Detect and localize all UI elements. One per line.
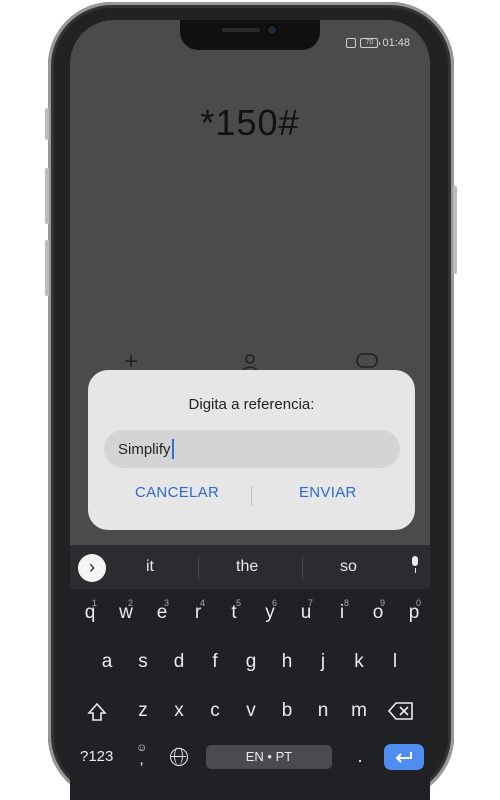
battery-icon: 70 [360, 38, 381, 48]
key-e[interactable]: e3 [152, 598, 172, 624]
volume-down-button [45, 240, 49, 296]
cancel-button[interactable]: CANCELAR [135, 484, 219, 501]
key-c[interactable]: c [205, 700, 225, 722]
key-label: h [281, 651, 293, 672]
status-time: 01:48 [382, 37, 410, 49]
key-label: l [392, 651, 398, 672]
enter-arrow-icon [395, 752, 412, 763]
key-x[interactable]: x [169, 700, 189, 722]
soft-keyboard: › it the so q1 w2 e3 r4 t5 y6 u7 i8 o9 p0 a s d f g h j k… [70, 545, 430, 800]
key-label: z [138, 700, 148, 721]
status-bar: 70 01:48 [346, 36, 410, 50]
suggestion-divider [198, 557, 199, 579]
dialed-code: *150# [200, 102, 300, 143]
key-label: d [173, 651, 185, 672]
key-o[interactable]: o9 [368, 598, 388, 624]
key-h[interactable]: h [277, 651, 297, 673]
front-camera [268, 26, 276, 34]
vibrate-icon [346, 38, 357, 48]
key-t[interactable]: t5 [224, 598, 244, 624]
key-d[interactable]: d [169, 651, 189, 673]
dialer-toolbar: + [70, 350, 430, 374]
reference-input-value: Simplify [118, 440, 171, 458]
key-label: v [246, 700, 256, 721]
emoji-comma-key[interactable]: ☺, [136, 741, 147, 768]
key-label: j [320, 651, 326, 672]
suggestion-1[interactable]: it [146, 558, 154, 576]
key-label: b [281, 700, 293, 721]
key-g[interactable]: g [241, 651, 261, 673]
dialog-divider [251, 486, 252, 506]
space-bar[interactable]: EN • PT [206, 745, 332, 769]
backspace-icon[interactable] [387, 702, 414, 726]
volume-up-button [45, 168, 49, 224]
comma-label: , [139, 751, 144, 768]
key-f[interactable]: f [205, 651, 225, 673]
power-button [453, 186, 457, 274]
suggestion-3[interactable]: so [340, 558, 357, 576]
key-m[interactable]: m [349, 700, 369, 722]
key-p[interactable]: p0 [404, 598, 424, 624]
key-label: n [317, 700, 329, 721]
reference-dialog: Digita a referencia: Simplify CANCELAR E… [88, 370, 415, 530]
symbols-key[interactable]: ?123 [80, 748, 113, 765]
suggestion-bar: › it the so [70, 545, 430, 589]
key-label: a [101, 651, 113, 672]
key-u[interactable]: u7 [296, 598, 316, 624]
text-caret [171, 439, 174, 459]
key-z[interactable]: z [133, 700, 153, 722]
mute-switch [45, 108, 49, 140]
key-number-hint: 9 [379, 598, 385, 608]
key-label: g [245, 651, 257, 672]
key-r[interactable]: r4 [188, 598, 208, 624]
key-number-hint: 6 [271, 598, 277, 608]
key-l[interactable]: l [385, 651, 405, 673]
key-y[interactable]: y6 [260, 598, 280, 624]
key-v[interactable]: v [241, 700, 261, 722]
key-b[interactable]: b [277, 700, 297, 722]
key-number-hint: 4 [199, 598, 205, 608]
dialog-actions: CANCELAR ENVIAR [88, 484, 415, 508]
period-key[interactable]: . [354, 746, 366, 768]
notch [180, 20, 320, 50]
key-label: c [210, 700, 220, 721]
dialog-title: Digita a referencia: [188, 396, 315, 413]
key-number-hint: 8 [343, 598, 349, 608]
key-a[interactable]: a [97, 651, 117, 673]
shift-icon[interactable] [86, 701, 108, 729]
key-number-hint: 3 [163, 598, 169, 608]
key-label: m [351, 700, 367, 721]
key-label: f [212, 651, 218, 672]
microphone-icon[interactable] [410, 556, 420, 573]
key-number-hint: 0 [415, 598, 421, 608]
key-w[interactable]: w2 [116, 598, 136, 624]
expand-toolbar-button[interactable]: › [78, 554, 106, 582]
suggestion-divider [302, 557, 303, 579]
key-label: x [174, 700, 184, 721]
reference-input[interactable]: Simplify [104, 430, 400, 468]
key-number-hint: 1 [91, 598, 97, 608]
speaker-grille [222, 28, 260, 32]
enter-key[interactable] [384, 744, 424, 770]
key-n[interactable]: n [313, 700, 333, 722]
key-label: k [354, 651, 364, 672]
key-i[interactable]: i8 [332, 598, 352, 624]
key-j[interactable]: j [313, 651, 333, 673]
key-label: s [138, 651, 148, 672]
add-contact-icon[interactable]: + [124, 350, 138, 374]
key-s[interactable]: s [133, 651, 153, 673]
send-button[interactable]: ENVIAR [299, 484, 357, 501]
key-number-hint: 7 [307, 598, 313, 608]
key-number-hint: 2 [127, 598, 133, 608]
key-number-hint: 5 [235, 598, 241, 608]
key-q[interactable]: q1 [80, 598, 100, 624]
globe-icon[interactable] [170, 747, 188, 766]
suggestion-2[interactable]: the [236, 558, 258, 576]
key-k[interactable]: k [349, 651, 369, 673]
